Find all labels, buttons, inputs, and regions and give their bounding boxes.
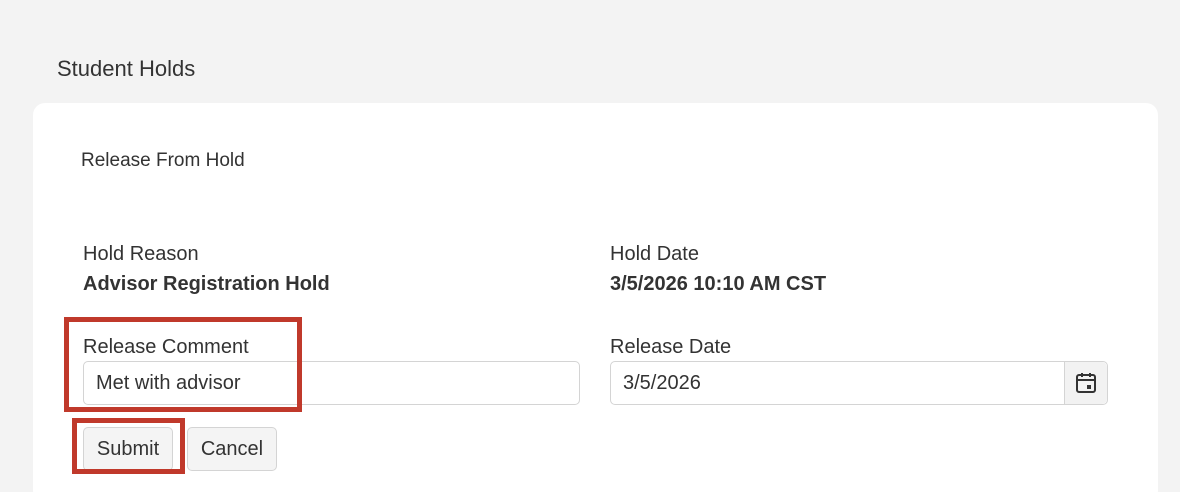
page-title: Student Holds [57, 56, 196, 81]
hold-reason-value: Advisor Registration Hold [83, 273, 330, 295]
hold-date-label: Hold Date [610, 243, 699, 265]
calendar-button[interactable] [1064, 362, 1107, 404]
release-comment-label: Release Comment [83, 336, 249, 358]
release-date-input[interactable]: 3/5/2026 [610, 361, 1108, 405]
page: Student Holds Release From Hold Hold Rea… [0, 0, 1180, 492]
release-comment-input[interactable] [83, 361, 580, 405]
section-title: Release From Hold [81, 150, 245, 171]
cancel-button[interactable]: Cancel [187, 427, 277, 471]
submit-button[interactable]: Submit [83, 427, 173, 471]
release-date-label: Release Date [610, 336, 732, 358]
hold-reason-label: Hold Reason [83, 243, 199, 265]
release-hold-card: Release From Hold Hold Reason Advisor Re… [33, 103, 1158, 492]
hold-date-value: 3/5/2026 10:10 AM CST [610, 273, 827, 295]
calendar-icon [1076, 373, 1096, 393]
release-date-value[interactable]: 3/5/2026 [623, 362, 701, 404]
